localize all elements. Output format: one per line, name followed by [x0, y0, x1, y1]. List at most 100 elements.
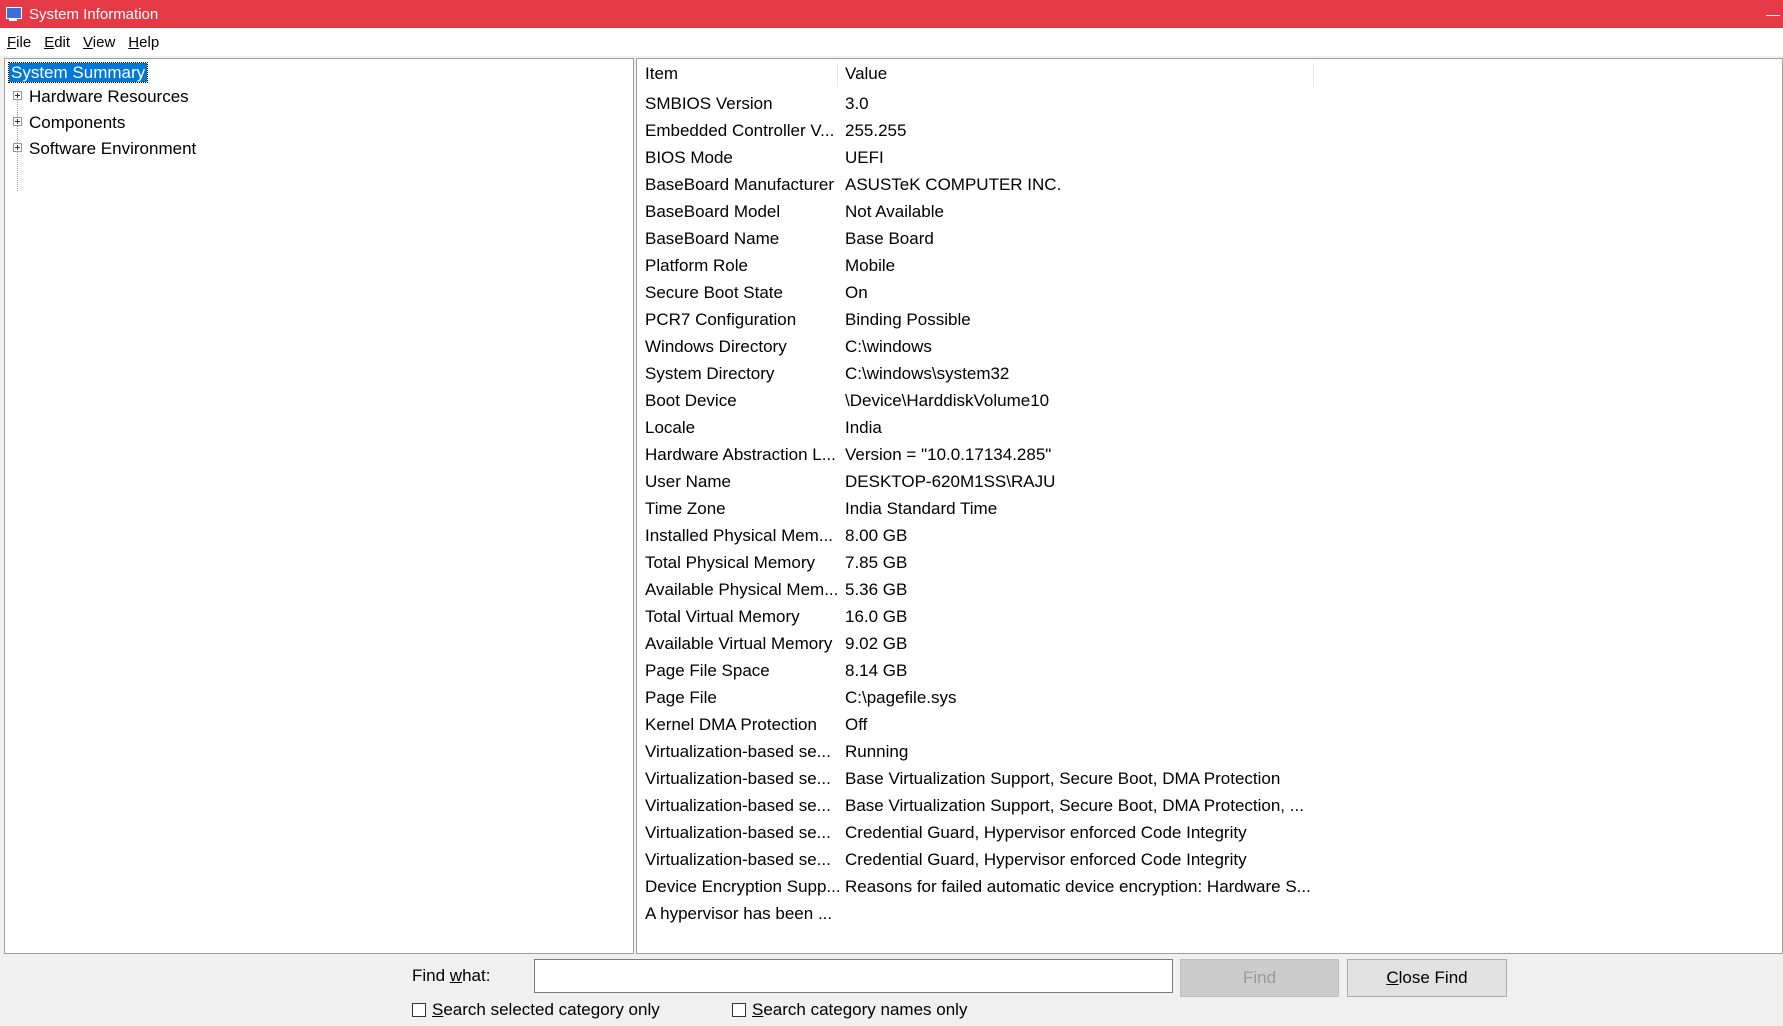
- table-row[interactable]: SMBIOS Version 3.0: [637, 90, 1777, 117]
- table-row[interactable]: Virtualization-based se... Running: [637, 738, 1777, 765]
- menu-view[interactable]: View: [76, 34, 121, 51]
- row-item: Locale: [645, 418, 696, 437]
- table-row[interactable]: PCR7 Configuration Binding Possible: [637, 306, 1777, 333]
- tree-item-components[interactable]: Components: [29, 111, 125, 135]
- expand-icon[interactable]: [13, 117, 22, 126]
- table-row[interactable]: Locale India: [637, 414, 1777, 441]
- table-row[interactable]: Virtualization-based se... Base Virtualiz…: [637, 792, 1777, 819]
- tree-item-software-environment[interactable]: Software Environment: [29, 137, 196, 161]
- row-item: Available Virtual Memory: [645, 634, 833, 653]
- row-value: 7.85 GB: [845, 553, 908, 572]
- column-divider[interactable]: [1313, 63, 1314, 87]
- table-row[interactable]: Time Zone India Standard Time: [637, 495, 1777, 522]
- table-row[interactable]: Kernel DMA Protection Off: [637, 711, 1777, 738]
- checkbox-icon: [732, 1003, 746, 1017]
- menu-edit[interactable]: Edit: [37, 34, 76, 51]
- table-row[interactable]: System Directory C:\windows\system32: [637, 360, 1777, 387]
- tree-item-hardware-resources[interactable]: Hardware Resources: [29, 85, 189, 109]
- table-row[interactable]: Page File Space 8.14 GB: [637, 657, 1777, 684]
- row-item: Windows Directory: [645, 337, 787, 356]
- table-row[interactable]: Embedded Controller V... 255.255: [637, 117, 1777, 144]
- row-item: Kernel DMA Protection: [645, 715, 817, 734]
- window-title: System Information: [29, 5, 159, 23]
- menu-help[interactable]: Help: [121, 34, 165, 51]
- find-what-label: Find what:: [412, 966, 491, 985]
- table-row[interactable]: Available Physical Mem... 5.36 GB: [637, 576, 1777, 603]
- row-item: Embedded Controller V...: [645, 121, 835, 140]
- expand-icon[interactable]: [13, 91, 22, 100]
- table-row[interactable]: Total Physical Memory 7.85 GB: [637, 549, 1777, 576]
- row-item: PCR7 Configuration: [645, 310, 797, 329]
- row-value: Not Available: [845, 202, 944, 221]
- row-item: Virtualization-based se...: [645, 742, 831, 761]
- table-row[interactable]: User Name DESKTOP-620M1SS\RAJU: [637, 468, 1777, 495]
- search-category-names-checkbox[interactable]: Search category names only: [732, 1000, 967, 1020]
- row-value: Credential Guard, Hypervisor enforced Co…: [845, 823, 1247, 842]
- row-value: Credential Guard, Hypervisor enforced Co…: [845, 850, 1247, 869]
- row-value: On: [845, 283, 868, 302]
- row-value: Version = "10.0.17134.285": [845, 445, 1052, 464]
- row-item: Page File: [645, 688, 717, 707]
- row-value: C:\pagefile.sys: [845, 688, 957, 707]
- table-row[interactable]: Total Virtual Memory 16.0 GB: [637, 603, 1777, 630]
- row-value: 9.02 GB: [845, 634, 908, 653]
- table-row[interactable]: Page File C:\pagefile.sys: [637, 684, 1777, 711]
- table-row[interactable]: Platform Role Mobile: [637, 252, 1777, 279]
- minimize-icon[interactable]: —: [1763, 0, 1783, 28]
- row-item: A hypervisor has been ...: [645, 904, 833, 923]
- row-value: C:\windows\system32: [845, 364, 1010, 383]
- row-item: Page File Space: [645, 661, 770, 680]
- row-item: Virtualization-based se...: [645, 769, 831, 788]
- row-value: Mobile: [845, 256, 896, 275]
- table-row[interactable]: Virtualization-based se... Credential Gua…: [637, 846, 1777, 873]
- row-value: 3.0: [845, 94, 869, 113]
- find-button[interactable]: Find: [1180, 959, 1339, 997]
- table-row[interactable]: Device Encryption Supp... Reasons for fai…: [637, 873, 1777, 900]
- row-value: UEFI: [845, 148, 884, 167]
- row-value: 16.0 GB: [845, 607, 908, 626]
- column-header-item[interactable]: Item: [637, 59, 837, 89]
- row-item: BaseBoard Model: [645, 202, 781, 221]
- row-item: Time Zone: [645, 499, 726, 518]
- system-information-app-icon: [5, 6, 22, 22]
- row-value: DESKTOP-620M1SS\RAJU: [845, 472, 1056, 491]
- table-row[interactable]: Boot Device \Device\HarddiskVolume10: [637, 387, 1777, 414]
- table-row[interactable]: BaseBoard Model Not Available: [637, 198, 1777, 225]
- table-row[interactable]: Virtualization-based se... Base Virtualiz…: [637, 765, 1777, 792]
- row-value: ASUSTeK COMPUTER INC.: [845, 175, 1062, 194]
- row-value: 8.14 GB: [845, 661, 908, 680]
- row-item: Total Physical Memory: [645, 553, 816, 572]
- table-row[interactable]: BaseBoard Manufacturer ASUSTeK COMPUTER I…: [637, 171, 1777, 198]
- row-value: India Standard Time: [845, 499, 998, 518]
- column-header-value[interactable]: Value: [837, 59, 1313, 89]
- row-value: Base Virtualization Support, Secure Boot…: [845, 769, 1281, 788]
- tree-item-system-summary[interactable]: System Summary: [7, 61, 149, 85]
- category-tree[interactable]: System Summary Hardware Resources Compon…: [4, 58, 634, 954]
- table-row[interactable]: Available Virtual Memory 9.02 GB: [637, 630, 1777, 657]
- checkbox-icon: [412, 1003, 426, 1017]
- expand-icon[interactable]: [13, 143, 22, 152]
- row-value: Reasons for failed automatic device encr…: [845, 877, 1311, 896]
- find-what-input[interactable]: [534, 959, 1173, 993]
- row-value: Off: [845, 715, 868, 734]
- table-row[interactable]: Virtualization-based se... Credential Gua…: [637, 819, 1777, 846]
- search-selected-category-checkbox[interactable]: Search selected category only: [412, 1000, 660, 1020]
- row-item: Virtualization-based se...: [645, 850, 831, 869]
- table-row[interactable]: BIOS Mode UEFI: [637, 144, 1777, 171]
- row-item: Installed Physical Mem...: [645, 526, 834, 545]
- row-item: BaseBoard Name: [645, 229, 780, 248]
- find-bar: Find what: Find Close Find Search select…: [0, 954, 1783, 1026]
- table-row[interactable]: BaseBoard Name Base Board: [637, 225, 1777, 252]
- close-find-button[interactable]: Close Find: [1347, 959, 1507, 997]
- menu-file[interactable]: File: [0, 34, 37, 51]
- table-row[interactable]: Installed Physical Mem... 8.00 GB: [637, 522, 1777, 549]
- table-row[interactable]: Secure Boot State On: [637, 279, 1777, 306]
- row-value: Binding Possible: [845, 310, 971, 329]
- row-value: C:\windows: [845, 337, 932, 356]
- row-value: Running: [845, 742, 909, 761]
- title-bar: System Information —: [0, 0, 1783, 28]
- table-row[interactable]: Windows Directory C:\windows: [637, 333, 1777, 360]
- table-row[interactable]: Hardware Abstraction L... Version = "10.0…: [637, 441, 1777, 468]
- table-row[interactable]: A hypervisor has been ...: [637, 900, 1777, 927]
- details-list[interactable]: Item Value SMBIOS Version 3.0 Embedded Con…: [636, 58, 1783, 954]
